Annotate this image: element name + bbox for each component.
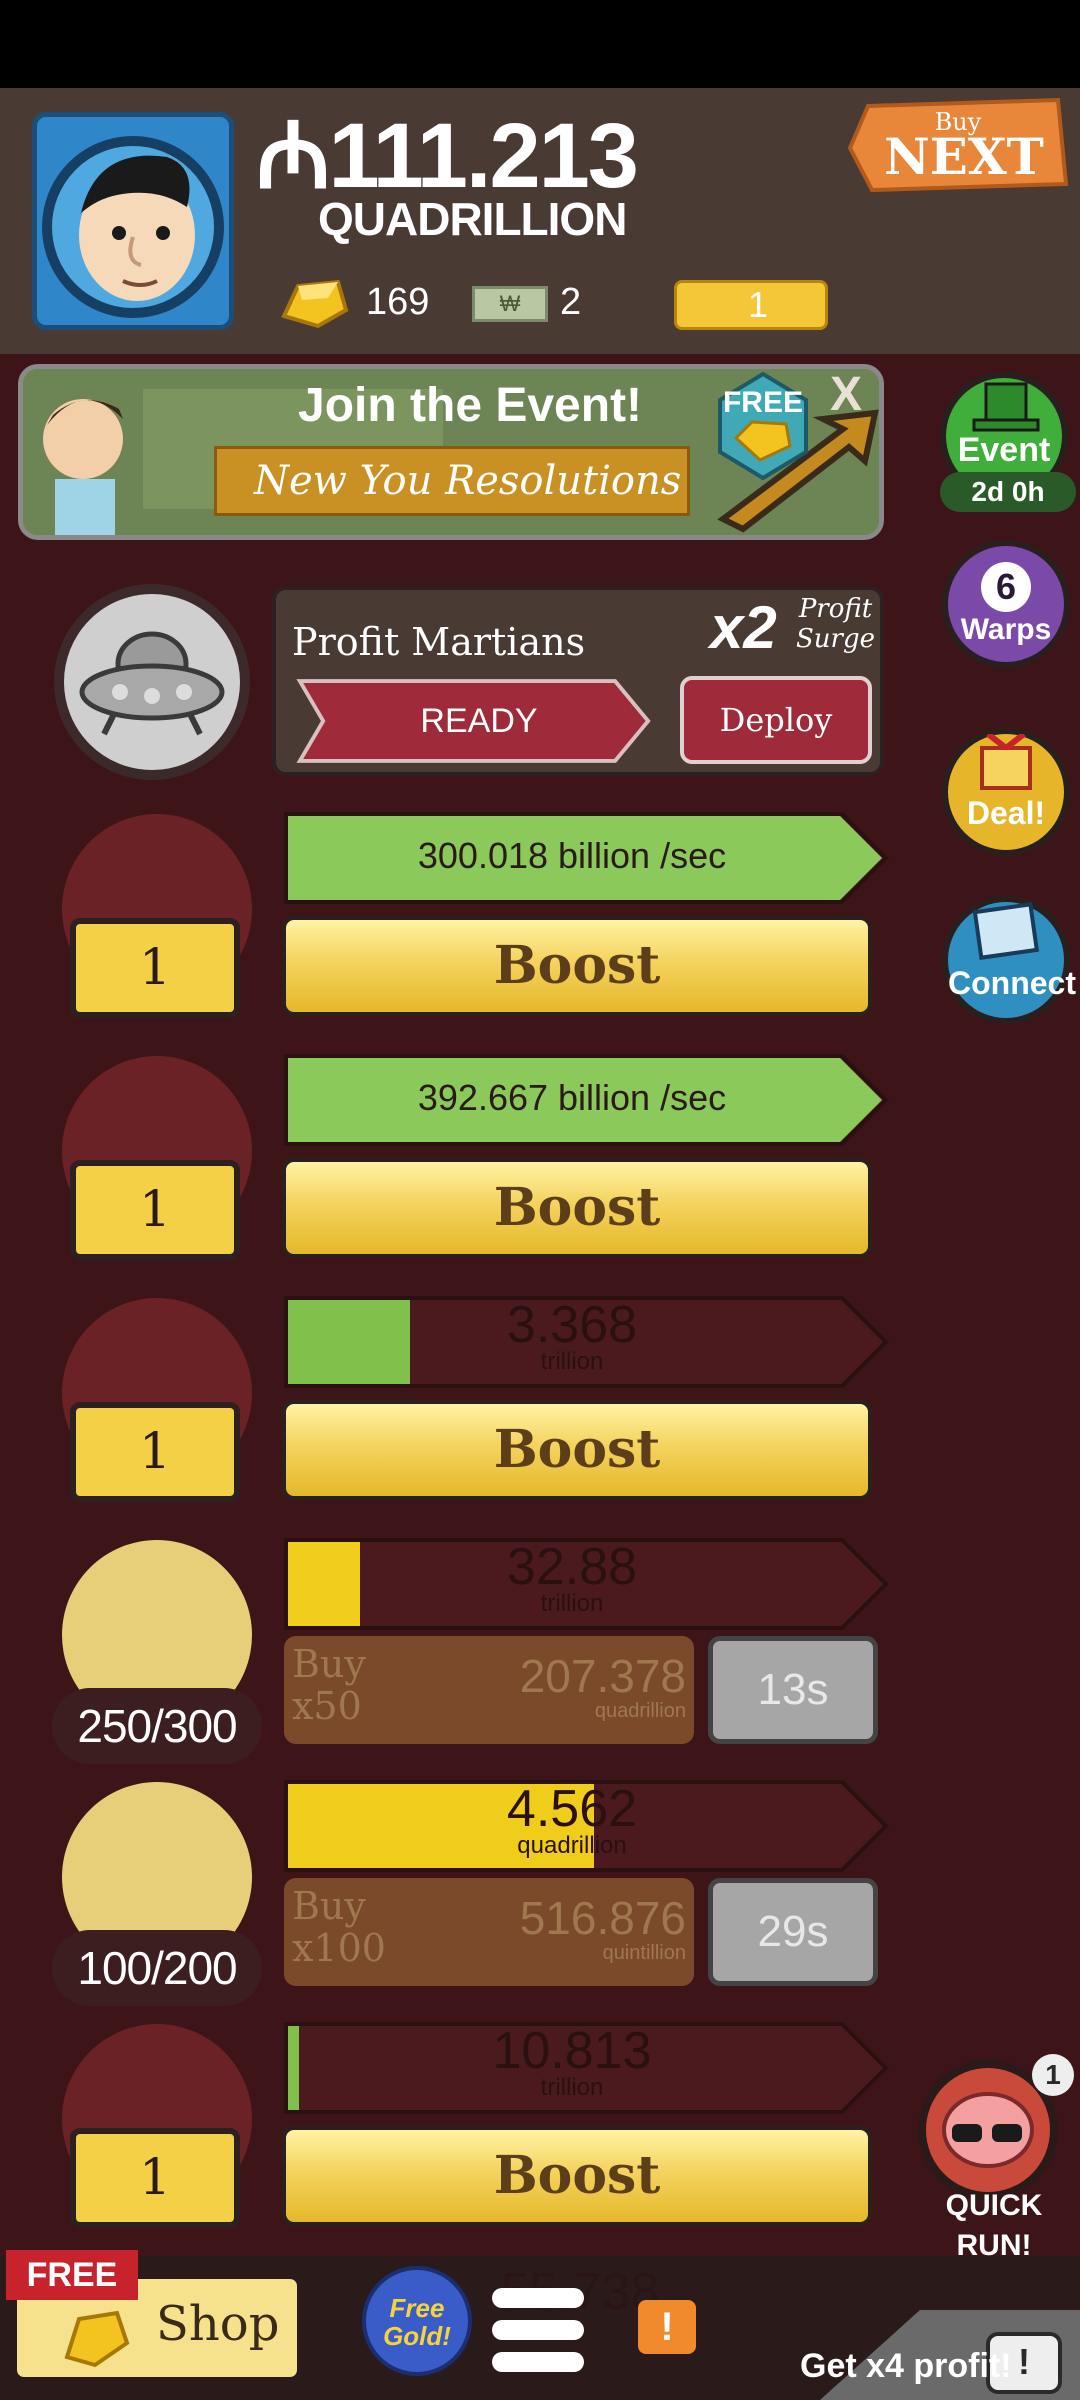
buy-label: Buy	[292, 1884, 366, 1928]
deploy-button[interactable]: Deploy	[680, 676, 872, 764]
boost-button[interactable]: Boost	[282, 916, 872, 1016]
manager-portrait[interactable]	[54, 584, 250, 780]
progress-value: 4.562	[506, 1780, 638, 1838]
free-gold-label: FREE	[723, 386, 803, 419]
connect-label: Connect	[948, 965, 1076, 1001]
progress-unit: trillion	[540, 2074, 604, 2101]
buy-label: Buy	[292, 1642, 366, 1686]
gift-box-icon	[980, 731, 1032, 790]
surge-line-1: Profit	[798, 594, 873, 624]
level-badge[interactable]: 1	[70, 1402, 240, 1502]
event-timer: 2d 0h	[940, 472, 1076, 512]
free-tag: FREE	[6, 2250, 138, 2300]
warps-button[interactable]: 6 Warps	[942, 540, 1070, 668]
buy-quantity: x50	[292, 1684, 362, 1728]
surge-line-2: Surge	[796, 624, 876, 654]
photo-cards-icon	[972, 902, 1040, 960]
boost-button[interactable]: Boost	[282, 1158, 872, 1258]
free-gold-line-1: Free	[389, 2293, 445, 2323]
astronaut-portrait-icon	[42, 136, 224, 318]
cycle-timer: 13s	[708, 1636, 878, 1744]
surge-label: Profit Surge	[796, 594, 875, 654]
gold-bar-icon	[281, 279, 349, 329]
ticket-count: 1	[748, 284, 769, 325]
ufo-icon	[79, 631, 225, 736]
progress-unit: trillion	[540, 1590, 604, 1617]
progress-value: 3.368	[506, 1296, 638, 1354]
free-gold-button[interactable]: Free Gold!	[362, 2266, 472, 2376]
menu-icon[interactable]	[492, 2282, 584, 2378]
buy-next-big: NEXT	[884, 127, 1044, 186]
deal-button[interactable]: Deal!	[942, 728, 1070, 856]
event-label: Event	[957, 431, 1051, 469]
close-banner-button[interactable]: X	[830, 370, 862, 420]
cycle-timer: 29s	[708, 1878, 878, 1986]
get-x4-label: Get x4 profit!	[800, 2347, 1012, 2385]
ready-indicator: READY	[420, 702, 538, 740]
top-hat-icon	[972, 382, 1040, 432]
cash-currency-icon: ₼	[256, 105, 331, 207]
buy-cost-unit: quintillion	[602, 1942, 686, 1964]
owned-count: 250/300	[52, 1688, 262, 1764]
warps-label: Warps	[960, 613, 1052, 646]
status-bar	[0, 0, 1080, 88]
event-subtitle: New You Resolutions	[254, 458, 682, 504]
level-badge[interactable]: 1	[70, 2128, 240, 2228]
quick-run-label: QUICK RUN!	[945, 2189, 1043, 2262]
megabucks-count: 2	[560, 281, 582, 323]
player-avatar[interactable]	[32, 112, 234, 330]
warps-count: 6	[981, 562, 1031, 612]
free-gold-line-2: Gold!	[383, 2321, 451, 2351]
level-badge[interactable]: 1	[70, 1160, 240, 1260]
buy-cost: 516.876	[519, 1892, 686, 1944]
svg-text:!: !	[1018, 2341, 1030, 2382]
owned-count: 100/200	[52, 1930, 262, 2006]
deal-label: Deal!	[966, 795, 1046, 831]
gold-count: 169	[366, 281, 430, 323]
cash-value: 111.213	[328, 105, 639, 207]
progress-value: 10.813	[492, 2022, 652, 2080]
alert-icon[interactable]: !	[638, 2300, 696, 2354]
megabucks-icon: ₩	[472, 286, 548, 322]
boost-button[interactable]: Boost	[282, 1400, 872, 1500]
manager-multiplier: x2	[710, 594, 777, 661]
free-gold-badge: FREE	[718, 372, 808, 481]
cash-unit: QUADRILLION	[318, 193, 627, 245]
buy-cost: 207.378	[519, 1650, 686, 1702]
buy-cost-unit: quadrillion	[594, 1700, 686, 1722]
buy-quantity: x100	[292, 1926, 386, 1970]
quick-run-count: 1	[1032, 2054, 1074, 2096]
boost-button[interactable]: Boost	[282, 2126, 872, 2226]
income-rate: 392.667 billion /sec	[417, 1077, 727, 1118]
level-badge[interactable]: 1	[70, 918, 240, 1018]
progress-unit: quadrillion	[517, 1832, 627, 1859]
connect-button[interactable]: Connect	[942, 896, 1076, 1024]
income-rate: 300.018 billion /sec	[417, 835, 727, 876]
progress-unit: trillion	[540, 1348, 604, 1375]
manager-name: Profit Martians	[292, 620, 586, 664]
shop-label: Shop	[156, 2296, 280, 2352]
progress-value: 32.88	[506, 1538, 638, 1596]
event-title: Join the Event!	[298, 379, 643, 432]
buy-next-button[interactable]: Buy NEXT	[848, 96, 1070, 192]
brain-sunglasses-icon	[942, 2092, 1034, 2168]
cash-display: ₼111.213	[256, 110, 639, 202]
